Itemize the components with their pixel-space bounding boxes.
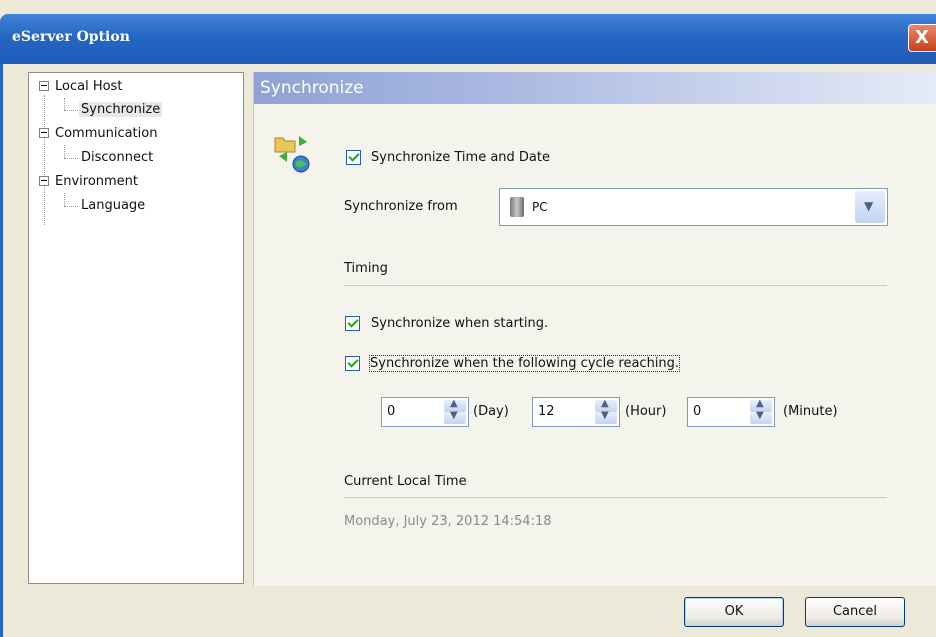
chevron-down-icon: ▼ [601,410,609,421]
tree-connector [44,95,45,225]
tree-connector [64,193,65,206]
panel-title: Synchronize [260,78,364,98]
chevron-up-icon: ▲ [450,398,458,409]
collapse-icon[interactable] [39,81,49,91]
sync-cycle-label: Synchronize when the following cycle rea… [368,355,681,372]
sync-time-date-label: Synchronize Time and Date [371,150,550,165]
current-time-value: Monday, July 23, 2012 14:54:18 [344,514,552,529]
hour-spinner-buttons: ▲ ▼ [595,398,617,424]
timing-divider [344,285,887,286]
hour-spinner[interactable]: 12 ▲ ▼ [532,397,620,427]
minute-decrement-button[interactable]: ▼ [750,410,772,424]
close-icon: X [915,27,929,48]
chevron-up-icon: ▲ [756,398,764,409]
tree-connector [64,206,78,207]
day-spinner[interactable]: 0 ▲ ▼ [381,397,469,427]
hour-decrement-button[interactable]: ▼ [595,410,617,424]
tree-connector [64,158,78,159]
minute-spinner-buttons: ▲ ▼ [750,398,772,424]
tree-connector [64,98,65,110]
chevron-down-icon: ▼ [450,410,458,421]
options-tree[interactable]: Local Host Synchronize Communication Dis… [28,72,244,584]
tree-item-disconnect[interactable]: Disconnect [79,150,155,165]
tree-item-environment[interactable]: Environment [39,174,140,189]
sync-time-date-checkbox[interactable] [346,150,361,165]
sync-starting-label: Synchronize when starting. [371,316,549,331]
sync-from-dropdown[interactable]: PC ▼ [499,188,888,226]
current-time-divider [344,497,887,498]
collapse-icon[interactable] [39,128,49,138]
sync-from-value: PC [532,200,548,214]
sync-cycle-checkbox[interactable] [345,356,360,371]
pc-icon [510,197,524,217]
minute-unit-label: (Minute) [783,404,838,419]
current-time-heading: Current Local Time [344,474,467,489]
day-unit-label: (Day) [473,404,509,419]
hour-unit-label: (Hour) [625,404,667,419]
tree-item-communication[interactable]: Communication [39,126,159,141]
close-button[interactable]: X [908,24,936,52]
hour-value: 12 [538,404,555,419]
eserver-option-window: eServer Option X Local Host Synchronize … [0,0,936,637]
chevron-down-icon: ▼ [864,199,874,213]
tree-item-local-host[interactable]: Local Host [39,79,124,94]
chevron-up-icon: ▲ [601,398,609,409]
panel-header: Synchronize [254,72,936,104]
ok-button[interactable]: OK [684,597,784,627]
tree-connector [64,145,65,158]
tree-item-synchronize[interactable]: Synchronize [79,102,163,117]
collapse-icon[interactable] [39,176,49,186]
title-bar[interactable]: eServer Option X [0,14,936,64]
tree-connector [64,110,78,111]
window-title: eServer Option [12,29,130,45]
timing-heading: Timing [344,261,388,276]
minute-value: 0 [693,404,702,419]
day-value: 0 [387,404,396,419]
day-decrement-button[interactable]: ▼ [444,410,466,424]
sync-globe-icon [274,136,310,173]
day-spinner-buttons: ▲ ▼ [444,398,466,424]
sync-from-label: Synchronize from [344,199,458,214]
sync-starting-checkbox[interactable] [345,316,360,331]
cancel-button[interactable]: Cancel [805,597,905,627]
minute-spinner[interactable]: 0 ▲ ▼ [687,397,775,427]
tree-item-language[interactable]: Language [79,198,147,213]
chevron-down-icon: ▼ [756,410,764,421]
dropdown-button[interactable]: ▼ [855,191,885,223]
